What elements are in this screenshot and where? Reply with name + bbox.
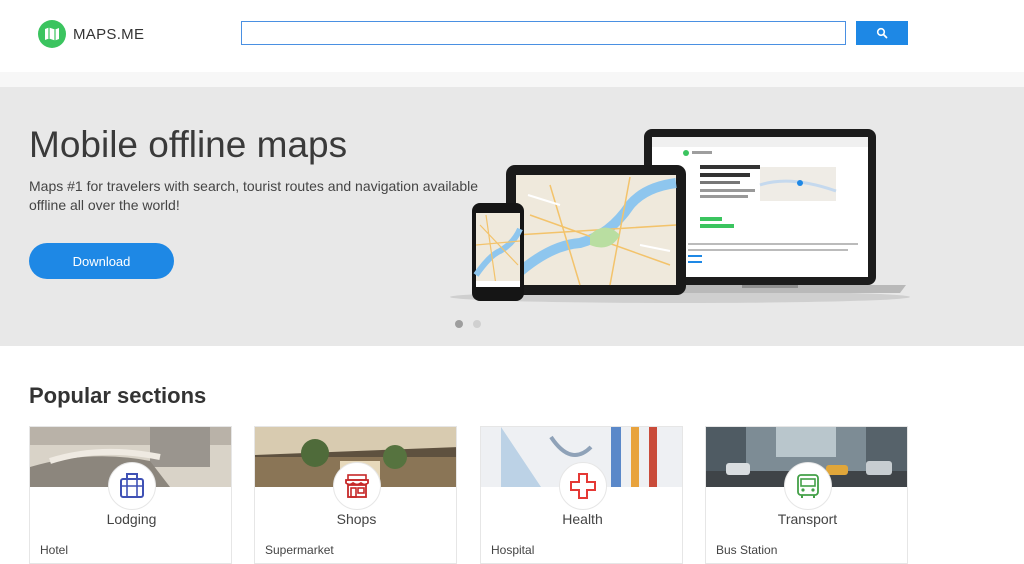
card-title: Shops [336, 511, 377, 527]
hero-banner: Mobile offline maps Maps #1 for traveler… [0, 87, 1024, 346]
download-button[interactable]: Download [29, 243, 174, 279]
card-title: Transport [777, 511, 838, 527]
store-icon [333, 462, 381, 510]
card-health[interactable]: Health Hospital [480, 426, 683, 564]
site-header: MAPS.ME [0, 0, 1024, 72]
card-link[interactable]: Supermarket [265, 543, 334, 557]
popular-sections-title: Popular sections [29, 383, 207, 408]
search-button[interactable] [856, 21, 908, 45]
carousel-indicators [455, 320, 491, 328]
carousel-dot-1[interactable] [455, 320, 463, 328]
search-icon [876, 27, 888, 39]
card-transport[interactable]: Transport Bus Station [705, 426, 908, 564]
brand-name: MAPS.ME [73, 25, 145, 43]
card-link[interactable]: Hospital [491, 543, 534, 557]
card-link[interactable]: Bus Station [716, 543, 777, 557]
card-lodging[interactable]: Lodging Hotel [29, 426, 232, 564]
logo[interactable]: MAPS.ME [38, 20, 144, 48]
card-title: Lodging [106, 511, 157, 527]
medical-cross-icon [559, 462, 607, 510]
suitcase-icon [108, 462, 156, 510]
card-title: Health [562, 511, 603, 527]
carousel-dot-2[interactable] [473, 320, 481, 328]
hero-title: Mobile offline maps [29, 124, 348, 165]
devices-illustration [450, 129, 910, 303]
popular-sections-cards: Lodging Hotel Shops Supermarket Health H… [29, 426, 909, 564]
search-input[interactable] [241, 21, 846, 45]
bus-icon [784, 462, 832, 510]
logo-map-icon [38, 20, 66, 48]
header-spacer [0, 72, 1024, 87]
card-shops[interactable]: Shops Supermarket [254, 426, 457, 564]
card-link[interactable]: Hotel [40, 543, 68, 557]
hero-subtitle: Maps #1 for travelers with search, touri… [29, 178, 479, 213]
